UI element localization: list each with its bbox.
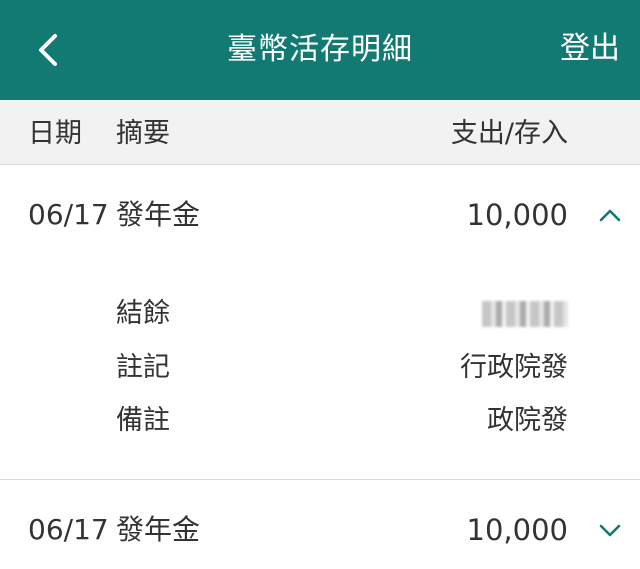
balance-value-redacted [482, 296, 568, 337]
transaction-date: 06/17 [28, 198, 109, 231]
transaction-amount: 10,000 [466, 198, 568, 232]
transaction-row[interactable]: 06/17 發年金 10,000 [0, 195, 640, 235]
detail-label: 備註 [116, 405, 170, 436]
row-divider [0, 479, 640, 480]
transaction-date: 06/17 [28, 513, 109, 546]
detail-value: 政院發 [487, 405, 568, 436]
app-header: 臺幣活存明細 登出 [0, 0, 640, 100]
column-header: 日期 摘要 支出/存入 [0, 100, 640, 165]
column-summary: 摘要 [116, 118, 170, 149]
transaction-amount: 10,000 [466, 513, 568, 547]
detail-row-remark: 備註 政院發 [0, 403, 640, 439]
logout-button[interactable]: 登出 [560, 29, 620, 69]
detail-label: 註記 [116, 352, 170, 383]
detail-label: 結餘 [116, 298, 170, 329]
detail-row-balance: 結餘 [0, 296, 640, 332]
transaction-row[interactable]: 06/17 發年金 10,000 [0, 510, 640, 550]
chevron-down-icon[interactable] [596, 516, 624, 544]
column-date: 日期 [28, 118, 82, 149]
detail-row-note: 註記 行政院發 [0, 350, 640, 386]
transaction-description: 發年金 [116, 513, 201, 546]
detail-value: 行政院發 [460, 352, 568, 383]
page-title: 臺幣活存明細 [227, 32, 413, 67]
column-amount: 支出/存入 [450, 118, 568, 149]
chevron-up-icon[interactable] [596, 201, 624, 229]
transaction-description: 發年金 [116, 198, 201, 231]
